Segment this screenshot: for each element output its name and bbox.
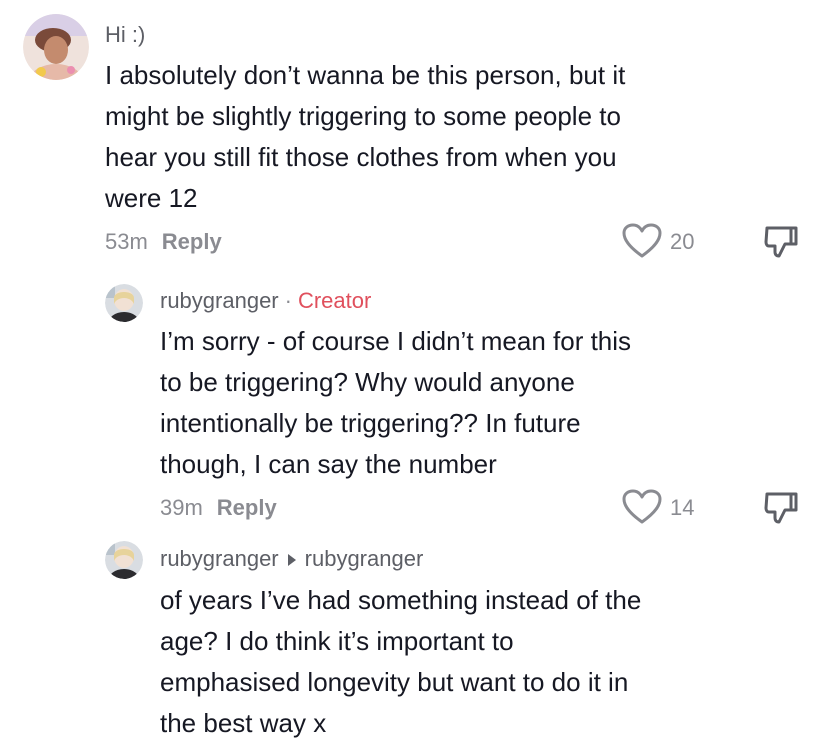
comment-text-line: though, I can say the number — [160, 449, 497, 479]
avatar[interactable] — [23, 14, 89, 80]
comment-text: I’m sorry - of course I didn’t mean for … — [160, 321, 760, 485]
comment-text-line: age? I do think it’s important to — [160, 626, 514, 656]
heart-outline-icon[interactable] — [622, 223, 662, 259]
comment-timestamp: 53m — [105, 229, 148, 254]
like-count: 20 — [670, 229, 695, 254]
separator-dot: · — [284, 288, 292, 313]
heart-outline-icon[interactable] — [622, 489, 662, 525]
reply-to-username[interactable]: rubygranger — [305, 546, 424, 571]
like-count: 14 — [670, 495, 695, 520]
reply-button[interactable]: Reply — [217, 495, 277, 520]
comment-text-line: emphasised longevity but want to do it i… — [160, 667, 629, 697]
play-arrow-icon — [287, 554, 296, 567]
comment-meta: 53m Reply — [105, 229, 222, 255]
comment-text-line: were 12 — [105, 183, 198, 213]
comment-meta: 39m Reply — [160, 495, 277, 521]
thumbs-down-icon[interactable] — [763, 490, 799, 526]
comment-text-line: of years I’ve had something instead of t… — [160, 585, 642, 615]
comment-text-line: to be triggering? Why would anyone — [160, 367, 575, 397]
comment-username-row: rubygranger rubygranger — [160, 546, 423, 572]
comment-text-line: hear you still fit those clothes from wh… — [105, 142, 617, 172]
creator-badge: Creator — [297, 288, 372, 313]
comment-username[interactable]: rubygranger — [160, 288, 279, 313]
comment-text: I absolutely don’t wanna be this person,… — [105, 55, 765, 219]
comment-username-row: rubygranger · Creator — [160, 288, 371, 314]
comment-text-line: the best way x — [160, 708, 327, 738]
avatar[interactable] — [105, 284, 143, 322]
comment-username[interactable]: rubygranger — [160, 546, 279, 571]
comment-text-line: intentionally be triggering?? In future — [160, 408, 581, 438]
thumbs-down-icon[interactable] — [763, 224, 799, 260]
comment-text-line: I’m sorry - of course I didn’t mean for … — [160, 326, 632, 356]
comment-timestamp: 39m — [160, 495, 203, 520]
comment-text-line: I absolutely don’t wanna be this person,… — [105, 60, 626, 90]
reply-button[interactable]: Reply — [162, 229, 222, 254]
avatar[interactable] — [105, 541, 143, 579]
comment-text-line: might be slightly triggering to some peo… — [105, 101, 621, 131]
comment-username[interactable]: Hi :) — [105, 22, 145, 48]
comment-text: of years I’ve had something instead of t… — [160, 580, 760, 744]
